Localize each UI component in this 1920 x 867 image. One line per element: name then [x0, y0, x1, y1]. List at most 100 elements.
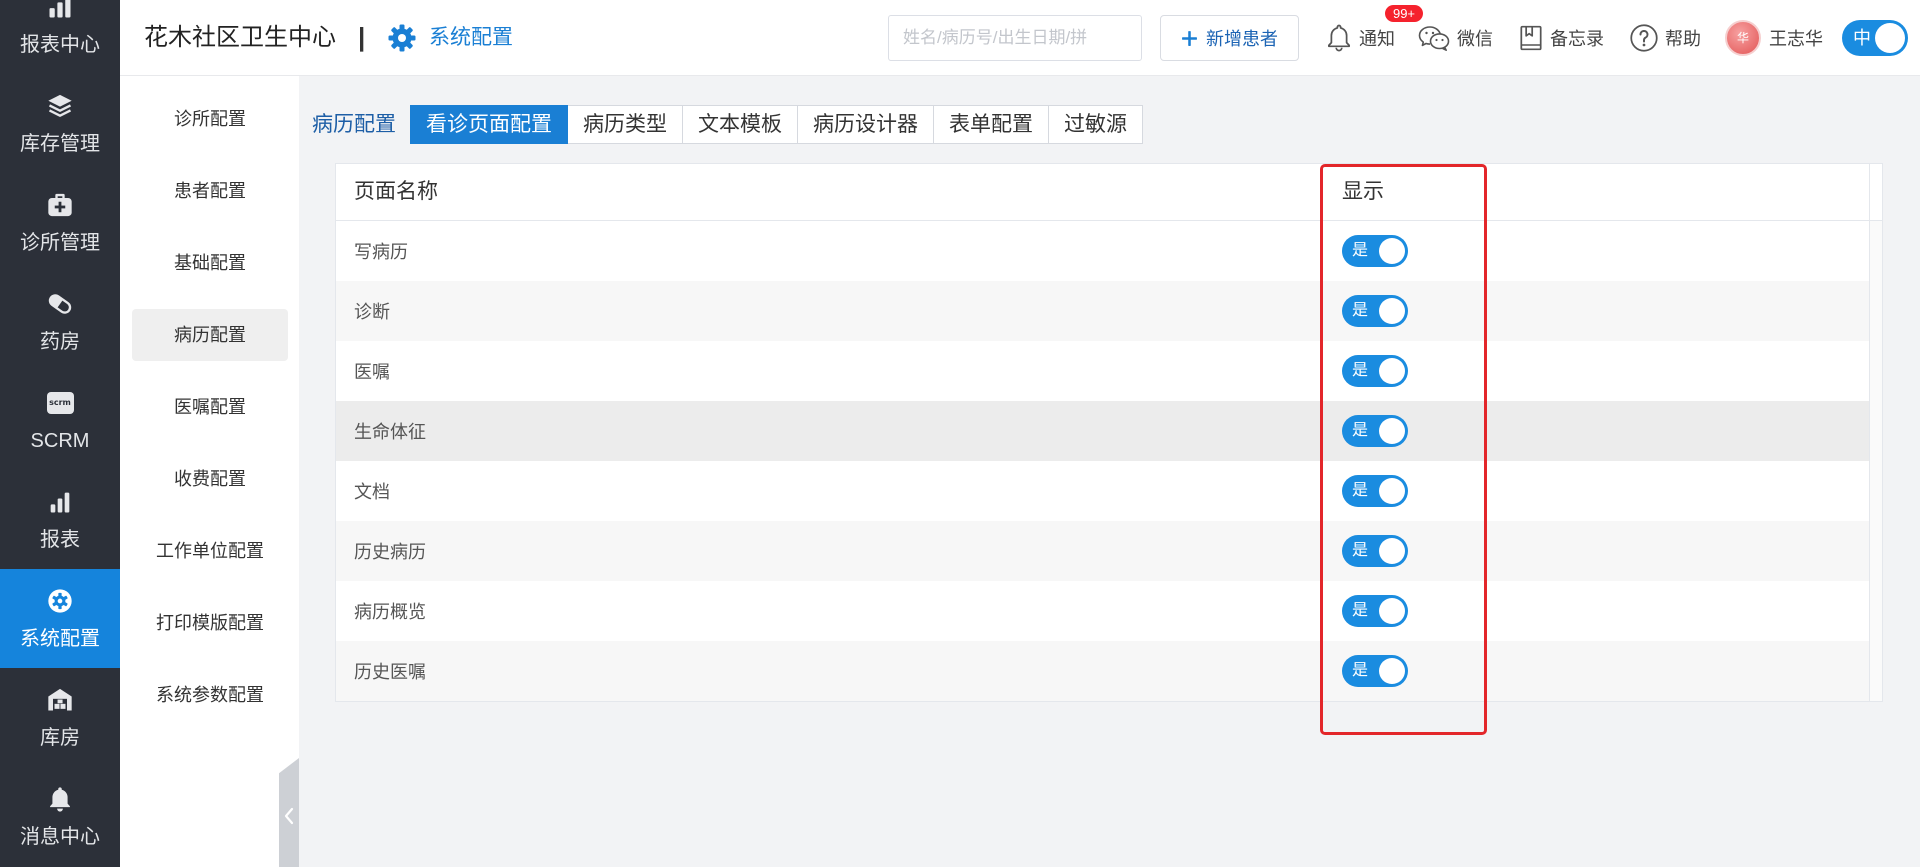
table-scrollbar-gutter [1869, 341, 1882, 401]
notifications-button[interactable]: 通知 99+ [1325, 0, 1423, 76]
add-patient-label: 新增患者 [1206, 29, 1278, 49]
page-config-table: 页面名称 显示 写病历 是 诊断 是 医嘱 是 生命体征 是 文档 是 历史病历… [335, 163, 1883, 702]
plus-icon [1181, 30, 1198, 47]
show-toggle[interactable]: 是 [1342, 295, 1408, 327]
wechat-button[interactable]: 微信 [1417, 0, 1493, 76]
show-cell: 是 [1324, 641, 1869, 701]
page-name-cell: 病历概览 [354, 602, 426, 622]
submenu-item-clinic-config[interactable]: 诊所配置 [132, 93, 288, 145]
config-tabs: 看诊页面配置 病历类型 文本模板 病历设计器 表单配置 过敏源 [410, 105, 1143, 144]
nav-item-warehouse[interactable]: 库房 [0, 668, 120, 767]
scrm-icon-text: scrm [46, 391, 74, 414]
nav-item-clinic[interactable]: 诊所管理 [0, 173, 120, 272]
show-cell: 是 [1324, 581, 1869, 641]
page-name-cell: 医嘱 [354, 362, 390, 382]
show-toggle[interactable]: 是 [1342, 475, 1408, 507]
title-separator: | [358, 22, 366, 52]
switch-label: 是 [1352, 662, 1369, 679]
submenu-item-billing-config[interactable]: 收费配置 [132, 453, 288, 505]
collapse-submenu-handle[interactable] [279, 758, 299, 867]
show-cell: 是 [1324, 461, 1869, 521]
nav-item-reports[interactable]: 报表 [0, 470, 120, 569]
language-switch-label: 中 [1853, 28, 1871, 48]
user-menu[interactable]: 华 王志华 [1725, 0, 1823, 76]
submenu-item-print-template-config[interactable]: 打印模版配置 [132, 597, 288, 649]
bell-icon [46, 785, 74, 813]
tab-form-config[interactable]: 表单配置 [933, 105, 1049, 144]
show-toggle[interactable]: 是 [1342, 415, 1408, 447]
help-label: 帮助 [1665, 29, 1701, 49]
wechat-label: 微信 [1457, 29, 1493, 49]
nav-item-pharmacy[interactable]: 药房 [0, 272, 120, 371]
show-cell: 是 [1324, 521, 1869, 581]
switch-knob [1379, 298, 1405, 324]
clinic-name: 花木社区卫生中心 [144, 24, 336, 51]
help-circle-icon [1629, 23, 1659, 53]
show-cell: 是 [1324, 401, 1869, 461]
tab-text-templates[interactable]: 文本模板 [682, 105, 798, 144]
nav-item-inventory[interactable]: 库存管理 [0, 74, 120, 173]
nav-item-scrm[interactable]: scrm SCRM [0, 371, 120, 470]
show-toggle[interactable]: 是 [1342, 535, 1408, 567]
add-patient-button[interactable]: 新增患者 [1160, 15, 1299, 61]
table-row: 历史病历 是 [336, 521, 1882, 581]
nav-item-report-center[interactable]: 报表中心 [0, 0, 120, 74]
table-scrollbar-gutter [1869, 641, 1882, 701]
nav-item-label: 诊所管理 [20, 231, 100, 254]
table-scrollbar-gutter [1869, 461, 1882, 521]
show-toggle[interactable]: 是 [1342, 355, 1408, 387]
table-row: 医嘱 是 [336, 341, 1882, 401]
memo-button[interactable]: 备忘录 [1518, 0, 1604, 76]
page-name-cell: 写病历 [354, 242, 408, 262]
show-toggle[interactable]: 是 [1342, 235, 1408, 267]
nav-item-label: 库房 [40, 726, 80, 749]
table-header-row: 页面名称 显示 [336, 164, 1882, 221]
nav-item-label: 报表 [40, 528, 80, 551]
bar-chart-icon [46, 0, 74, 21]
tab-allergens[interactable]: 过敏源 [1048, 105, 1143, 144]
nav-item-label: 报表中心 [20, 33, 100, 56]
switch-knob [1379, 418, 1405, 444]
table-scrollbar-gutter [1869, 401, 1882, 461]
patient-search-input[interactable] [888, 15, 1142, 61]
table-row: 病历概览 是 [336, 581, 1882, 641]
pill-icon [46, 290, 74, 318]
wechat-icon [1417, 23, 1451, 53]
column-header-show: 显示 [1342, 180, 1384, 203]
table-row: 诊断 是 [336, 281, 1882, 341]
switch-knob [1379, 358, 1405, 384]
nav-item-label: 药房 [40, 330, 80, 353]
switch-knob [1379, 598, 1405, 624]
layers-icon [46, 92, 74, 120]
bookmark-book-icon [1518, 24, 1544, 52]
show-toggle[interactable]: 是 [1342, 655, 1408, 687]
tab-record-designer[interactable]: 病历设计器 [797, 105, 934, 144]
tab-visit-page-config[interactable]: 看诊页面配置 [410, 105, 568, 144]
submenu-item-basic-config[interactable]: 基础配置 [132, 237, 288, 289]
switch-label: 是 [1352, 422, 1369, 439]
switch-knob [1379, 478, 1405, 504]
show-cell: 是 [1324, 281, 1869, 341]
submenu-item-patient-config[interactable]: 患者配置 [132, 165, 288, 217]
switch-label: 是 [1352, 242, 1369, 259]
nav-item-system-config[interactable]: 系统配置 [0, 569, 120, 668]
show-toggle[interactable]: 是 [1342, 595, 1408, 627]
chevron-left-icon [283, 801, 295, 825]
table-row: 写病历 是 [336, 221, 1882, 281]
tab-record-types[interactable]: 病历类型 [567, 105, 683, 144]
nav-item-message-center[interactable]: 消息中心 [0, 767, 120, 866]
help-button[interactable]: 帮助 [1629, 0, 1701, 76]
table-scrollbar-gutter [1869, 581, 1882, 641]
page-name-cell: 生命体征 [354, 422, 426, 442]
submenu-item-workplace-config[interactable]: 工作单位配置 [132, 525, 288, 577]
submenu-item-order-config[interactable]: 医嘱配置 [132, 381, 288, 433]
bar-chart-icon [46, 488, 74, 516]
gear-icon [46, 587, 74, 615]
language-switch[interactable]: 中 [1842, 20, 1908, 56]
switch-label: 是 [1352, 482, 1369, 499]
nav-item-label: SCRM [30, 429, 90, 452]
page-name-cell: 诊断 [354, 302, 390, 322]
submenu-item-system-params-config[interactable]: 系统参数配置 [132, 669, 288, 721]
section-title: 系统配置 [429, 26, 513, 49]
submenu-item-medical-record-config[interactable]: 病历配置 [132, 309, 288, 361]
